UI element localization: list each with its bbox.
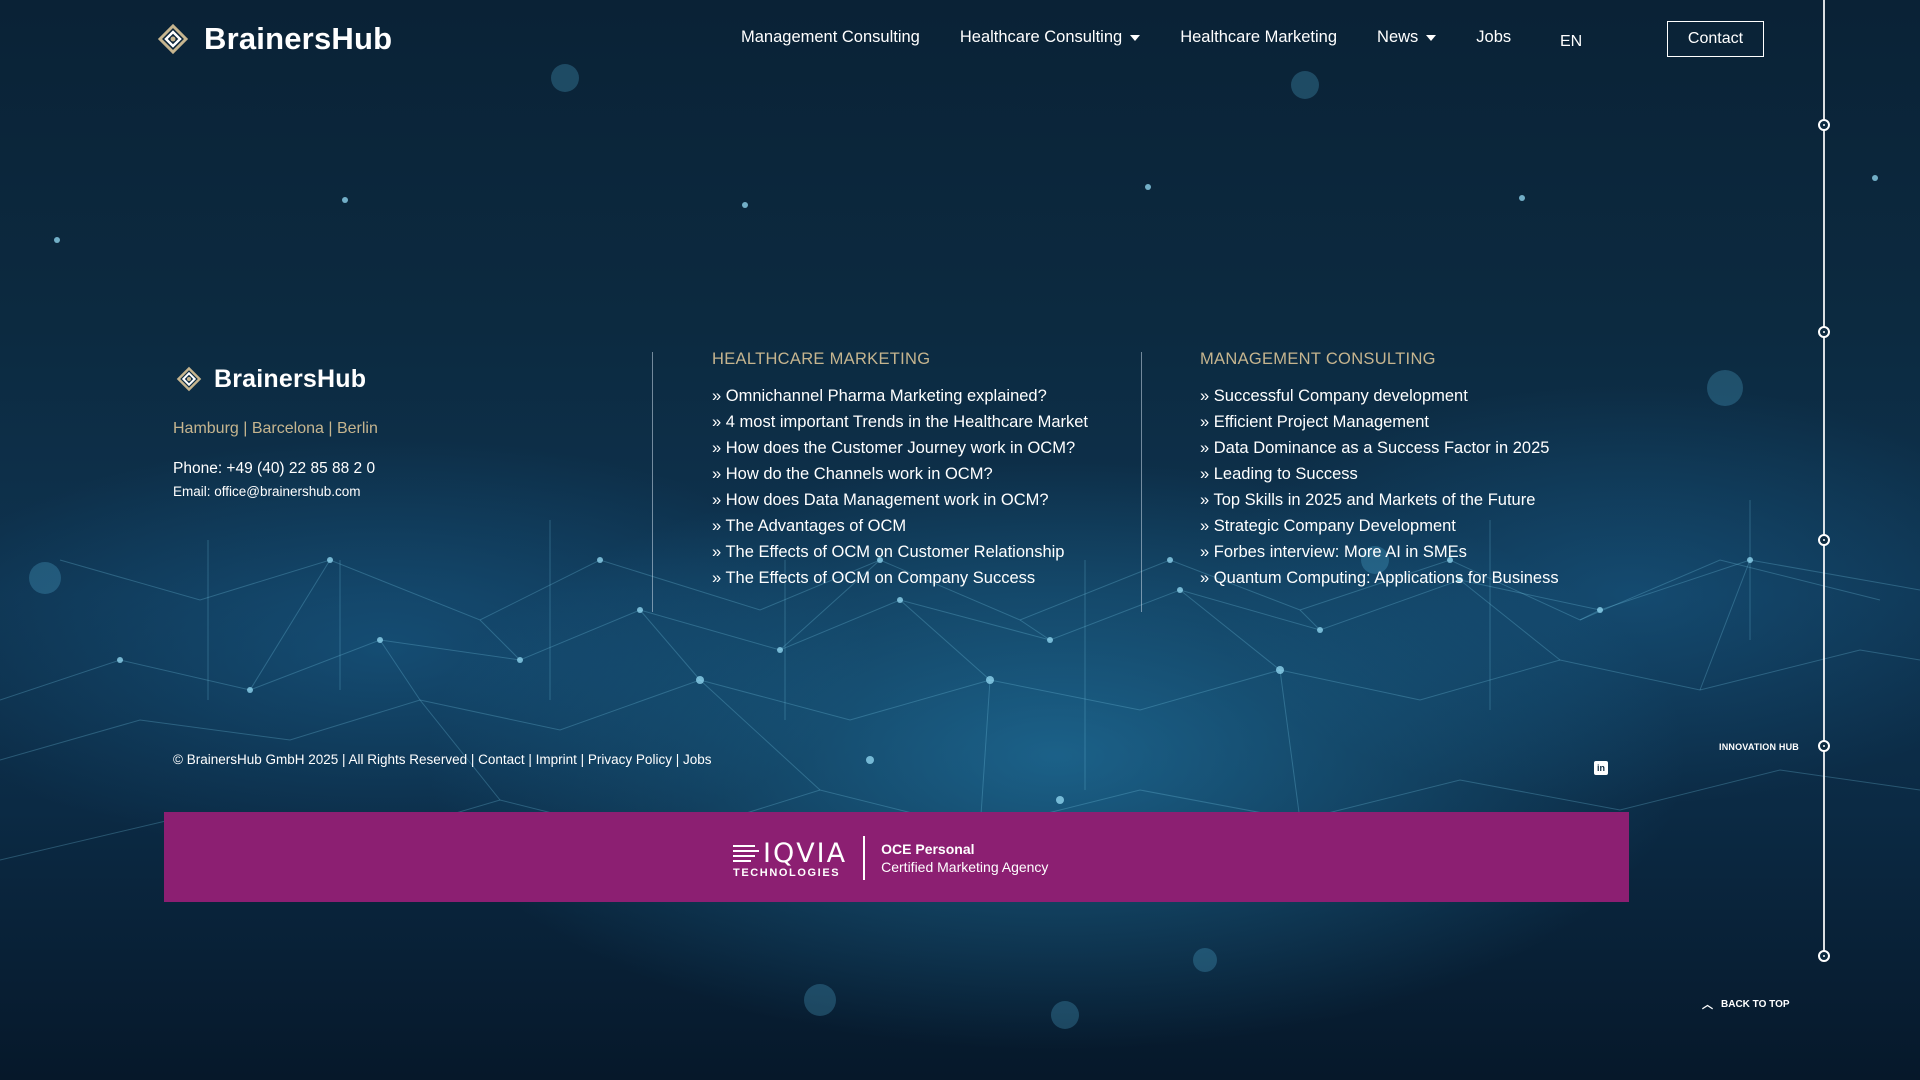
site-header: BrainersHub Management Consulting Health… (0, 0, 1920, 80)
email-link[interactable]: office@brainershub.com (214, 484, 360, 499)
back-to-top-button[interactable]: ︿ BACK TO TOP (1702, 996, 1790, 1012)
timeline-dot[interactable] (1818, 119, 1830, 131)
chevron-down-icon (1426, 34, 1437, 41)
brand-logo-icon (176, 366, 202, 392)
footer-link[interactable]: » The Advantages of OCM (712, 515, 1088, 541)
copyright-link-privacy[interactable]: Privacy Policy (588, 752, 672, 767)
email-label: Email: (173, 484, 215, 499)
innovation-hub-label[interactable]: INNOVATION HUB (1719, 742, 1799, 752)
footer-link[interactable]: » How do the Channels work in OCM? (712, 463, 1088, 489)
brand-logo-icon (157, 23, 189, 55)
banner-separator (863, 836, 866, 880)
nav-news[interactable]: News (1377, 28, 1437, 47)
linkedin-icon[interactable]: in (1594, 761, 1608, 775)
column-title: MANAGEMENT CONSULTING (1200, 350, 1436, 368)
footer-link[interactable]: » The Effects of OCM on Customer Relatio… (712, 541, 1088, 567)
footer-link[interactable]: » Top Skills in 2025 and Markets of the … (1200, 489, 1559, 515)
copyright-text: © BrainersHub GmbH 2025 | All Rights Res… (173, 752, 479, 767)
nav-management-consulting[interactable]: Management Consulting (741, 28, 920, 47)
footer-logo[interactable]: BrainersHub (172, 362, 366, 396)
office-locations: Hamburg | Barcelona | Berlin (173, 420, 378, 437)
link-list: » Successful Company development » Effic… (1200, 385, 1559, 593)
nav-healthcare-marketing[interactable]: Healthcare Marketing (1180, 28, 1337, 47)
column-divider (652, 352, 653, 612)
nav-label: Jobs (1476, 28, 1512, 46)
nav-label: News (1377, 28, 1419, 46)
copyright-link-imprint[interactable]: Imprint (536, 752, 577, 767)
nav-label: Healthcare Consulting (959, 28, 1123, 46)
footer-link[interactable]: » Quantum Computing: Applications for Bu… (1200, 567, 1559, 593)
chevron-up-icon: ︿ (1702, 999, 1713, 1011)
contact-button[interactable]: Contact (1667, 21, 1764, 57)
brand-logo[interactable]: BrainersHub (152, 18, 392, 60)
footer-link[interactable]: » Data Dominance as a Success Factor in … (1200, 437, 1559, 463)
section-timeline (1823, 0, 1825, 958)
copyright-link-contact[interactable]: Contact (478, 752, 525, 767)
chevron-down-icon (1130, 34, 1141, 41)
banner-subtitle: Certified Marketing Agency (881, 859, 1049, 875)
footer-link[interactable]: » Forbes interview: More AI in SMEs (1200, 541, 1559, 567)
phone-number[interactable]: Phone: +49 (40) 22 85 88 2 0 (173, 460, 375, 478)
iqvia-lines-icon (733, 844, 759, 862)
iqvia-subtext: TECHNOLOGIES (733, 866, 841, 879)
brand-name: BrainersHub (204, 21, 393, 56)
footer-link[interactable]: » Omnichannel Pharma Marketing explained… (712, 385, 1088, 411)
timeline-dot[interactable] (1818, 534, 1830, 546)
language-switcher[interactable]: EN (1560, 33, 1582, 51)
footer-link[interactable]: » The Effects of OCM on Company Success (712, 567, 1088, 593)
footer-column-management-consulting: MANAGEMENT CONSULTING » Successful Compa… (1200, 350, 1559, 593)
timeline-dot[interactable] (1818, 950, 1830, 962)
footer-link[interactable]: » How does the Customer Journey work in … (712, 437, 1088, 463)
footer-column-healthcare-marketing: HEALTHCARE MARKETING » Omnichannel Pharm… (712, 350, 1088, 593)
email-line: Email: office@brainershub.com (173, 484, 361, 499)
link-list: » Omnichannel Pharma Marketing explained… (712, 385, 1088, 593)
column-divider (1141, 352, 1142, 612)
timeline-dot-innovation-hub[interactable] (1818, 740, 1830, 752)
footer-link[interactable]: » Successful Company development (1200, 385, 1559, 411)
iqvia-logo: IQVIA TECHNOLOGIES (733, 838, 847, 879)
copyright-line: © BrainersHub GmbH 2025 | All Rights Res… (173, 752, 712, 767)
nav-healthcare-consulting[interactable]: Healthcare Consulting (959, 28, 1141, 47)
banner-title: OCE Personal (881, 841, 975, 857)
main-nav: Management Consulting Healthcare Consult… (741, 28, 1551, 47)
column-title: HEALTHCARE MARKETING (712, 350, 931, 368)
footer-brand-name: BrainersHub (214, 364, 367, 393)
footer-link[interactable]: » Leading to Success (1200, 463, 1559, 489)
nav-label: Healthcare Marketing (1180, 28, 1338, 46)
nav-jobs[interactable]: Jobs (1476, 28, 1511, 47)
back-to-top-label: BACK TO TOP (1721, 998, 1790, 1010)
iqvia-wordmark: IQVIA (763, 837, 848, 869)
footer-link[interactable]: » Strategic Company Development (1200, 515, 1559, 541)
copyright-link-jobs[interactable]: Jobs (683, 752, 712, 767)
timeline-dot[interactable] (1818, 326, 1830, 338)
footer-link[interactable]: » Efficient Project Management (1200, 411, 1559, 437)
footer-link[interactable]: » How does Data Management work in OCM? (712, 489, 1088, 515)
footer-link[interactable]: » 4 most important Trends in the Healthc… (712, 411, 1088, 437)
iqvia-certification[interactable]: IQVIA TECHNOLOGIES OCE Personal Certifie… (733, 836, 1048, 880)
nav-label: Management Consulting (741, 28, 920, 46)
